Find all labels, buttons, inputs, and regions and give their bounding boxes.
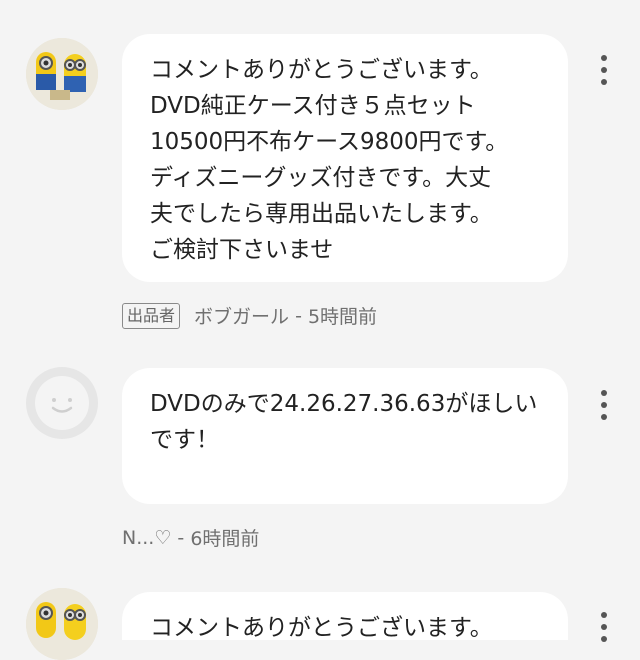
- minion-figures-photo-icon: [26, 588, 98, 660]
- comment-meta: 出品者 ボブガール - 5時間前: [122, 302, 377, 329]
- author-name[interactable]: ボブガール: [194, 302, 289, 329]
- comment-time: 5時間前: [307, 306, 378, 328]
- default-avatar-face-icon: [35, 376, 89, 430]
- comment-bubble: コメントありがとうございます。: [122, 592, 568, 640]
- comment-bubble: DVDのみで24.26.27.36.63がほしい です！: [122, 368, 568, 504]
- comment-bubble: コメントありがとうございます。 DVD純正ケース付き５点セット 10500円不布…: [122, 34, 568, 282]
- more-vertical-icon[interactable]: [594, 55, 614, 85]
- more-vertical-icon[interactable]: [594, 390, 614, 420]
- comment-time: 6時間前: [190, 528, 260, 550]
- minion-figures-photo-icon: [26, 38, 98, 110]
- buyer-avatar[interactable]: [26, 367, 98, 439]
- seller-avatar[interactable]: [26, 588, 98, 660]
- meta-separator: -: [289, 304, 308, 327]
- comment-meta: N...♡ - 6時間前: [122, 524, 259, 551]
- seller-badge: 出品者: [122, 302, 181, 329]
- seller-avatar[interactable]: [26, 38, 98, 110]
- author-name[interactable]: N...♡: [122, 527, 171, 549]
- meta-separator: -: [171, 526, 191, 549]
- more-vertical-icon[interactable]: [594, 612, 614, 642]
